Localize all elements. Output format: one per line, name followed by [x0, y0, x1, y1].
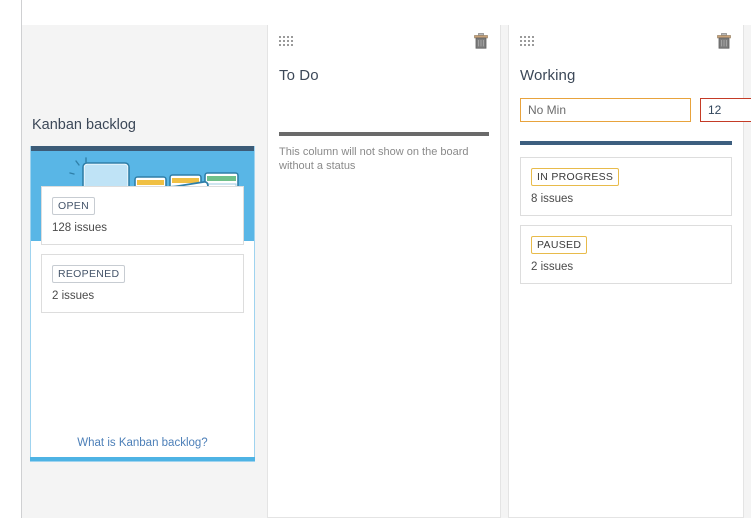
kanban-backlog-accent-bar [30, 457, 255, 461]
status-badge: OPEN [52, 197, 95, 215]
column-status-list: IN PROGRESS 8 issues PAUSED 2 issues [509, 145, 743, 284]
column-header [268, 25, 500, 59]
board-column-todo: To Do This column will not show on the b… [267, 25, 501, 518]
status-badge: PAUSED [531, 236, 588, 254]
status-card[interactable]: REOPENED 2 issues [41, 254, 244, 313]
column-title: Working [520, 67, 576, 84]
column-max-input[interactable] [700, 98, 751, 122]
column-title: To Do [279, 67, 319, 84]
kanban-backlog-card: OPEN 128 issues REOPENED 2 issues What i… [30, 146, 255, 462]
kanban-backlog-heading: Kanban backlog [32, 117, 136, 133]
kanban-backlog-body: OPEN 128 issues REOPENED 2 issues What i… [30, 186, 255, 461]
status-badge: REOPENED [52, 265, 126, 283]
column-note: This column will not show on the board w… [279, 146, 469, 172]
status-card[interactable]: PAUSED 2 issues [520, 225, 732, 284]
column-header [509, 25, 743, 59]
status-card[interactable]: OPEN 128 issues [41, 186, 244, 245]
status-card[interactable]: IN PROGRESS 8 issues [520, 157, 732, 216]
status-issue-count: 128 issues [52, 222, 107, 234]
status-issue-count: 8 issues [531, 193, 574, 205]
what-is-kanban-backlog-link[interactable]: What is Kanban backlog? [31, 437, 254, 449]
drag-handle-icon[interactable] [279, 36, 294, 47]
column-limits-row [509, 84, 751, 122]
drag-handle-icon[interactable] [520, 36, 535, 47]
status-issue-count: 2 issues [531, 261, 574, 273]
trash-icon[interactable] [474, 33, 488, 49]
kanban-backlog-status-list: OPEN 128 issues REOPENED 2 issues [31, 186, 254, 322]
trash-icon[interactable] [717, 33, 731, 49]
column-min-input[interactable] [520, 98, 691, 122]
column-status-list [268, 173, 500, 185]
board-column-working: Working IN PROGRESS 8 issues PAUSED 2 is… [508, 25, 751, 518]
status-badge: IN PROGRESS [531, 168, 620, 186]
status-issue-count: 2 issues [52, 290, 95, 302]
